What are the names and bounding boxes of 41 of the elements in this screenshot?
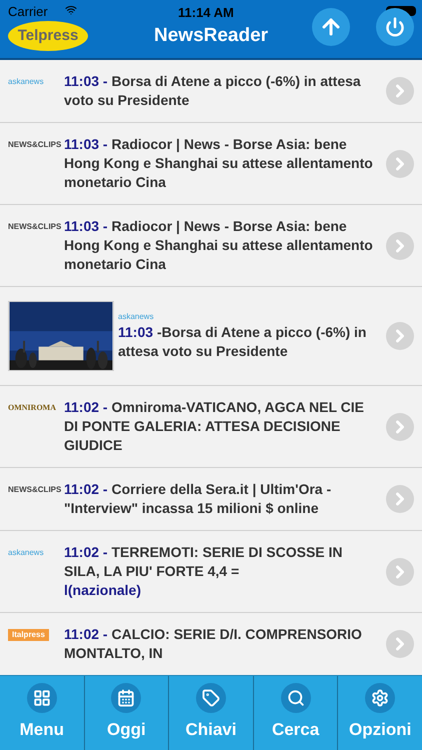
status-time: 11:14 AM (178, 4, 234, 22)
chevron-icon (386, 77, 414, 105)
tab-button[interactable]: Menu (0, 676, 85, 750)
chevron-icon (386, 322, 414, 350)
source-logo: askanews (118, 311, 154, 323)
news-headline: 11:02 - Omniroma-VATICANO, AGCA NEL CIE DI PONTE GALERIA: ATTESA DECISIONE GIUDICE (64, 398, 366, 455)
news-headline: 11:02 - TERREMOTI: SERIE DI SCOSSE IN SILA, LA PIU' FORTE 4,4 = l(nazionale) (64, 543, 344, 600)
carrier-label: Carrier (8, 3, 48, 21)
source-logo: Italpress (8, 629, 49, 641)
news-headline: 11:03 -Borsa di Atene a picco (-6%) in attesa voto su Presidente (118, 323, 368, 361)
chevron-icon (386, 412, 414, 440)
news-headline: 11:03 - Radiocor | News - Borse Asia: bene Hong Kong e Shanghai su attese allentamento monetario Cina (64, 217, 374, 274)
source-logo: OMNIROMA (8, 402, 56, 414)
source-logo: askanews (8, 76, 44, 88)
calendar-icon (111, 683, 142, 714)
source-logo: NEWS&CLIPS (8, 139, 62, 151)
tab-button[interactable]: Opzioni (338, 676, 422, 750)
tag-icon (196, 683, 226, 714)
telpress-logo: Telpress (8, 21, 88, 51)
source-logo: NEWS&CLIPS (8, 221, 62, 233)
chevron-icon (386, 485, 414, 513)
chevron-icon (386, 558, 414, 586)
source-logo: askanews (8, 547, 44, 559)
news-headline: 11:03 - Radiocor | News - Borse Asia: bene Hong Kong e Shanghai su attese allentamento monetario Cina (64, 135, 374, 192)
chevron-icon (386, 150, 414, 178)
scroll-up-button[interactable] (312, 8, 350, 46)
app-title: NewsReader (154, 24, 268, 48)
tab-button[interactable]: Oggi (84, 676, 170, 750)
settings-icon (365, 683, 396, 714)
tab-button[interactable]: Cerca (254, 676, 338, 750)
chevron-icon (386, 232, 414, 260)
news-headline: 11:02 - CALCIO: SERIE D/I. COMPRENSORIO MONTALTO, IN (64, 625, 363, 663)
power-icon (385, 17, 405, 37)
grid-icon (26, 683, 57, 714)
tab-button[interactable]: Chiavi (169, 676, 254, 750)
power-button[interactable] (376, 8, 414, 46)
source-logo: NEWS&CLIPS (8, 484, 62, 496)
search-icon (280, 683, 311, 714)
news-headline: 11:03 - Borsa di Atene a picco (-6%) in attesa voto su Presidente (64, 72, 362, 110)
chevron-icon (386, 630, 414, 658)
news-headline: 11:02 - Corriere della Sera.it | Ultim'Ora - "Interview" incassa 15 milioni $ online (64, 480, 332, 518)
